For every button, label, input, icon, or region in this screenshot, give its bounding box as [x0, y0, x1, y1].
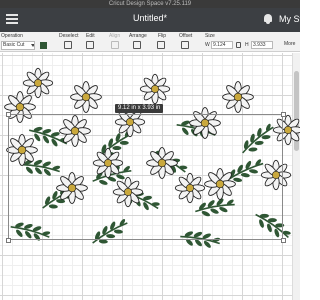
operation-label: Operation: [1, 33, 23, 39]
height-input[interactable]: 3.933: [251, 41, 273, 49]
deselect-button[interactable]: [64, 41, 72, 49]
flip-button[interactable]: [157, 41, 165, 49]
edit-label: Edit: [86, 33, 95, 39]
document-title: Untitled*: [132, 13, 168, 23]
window-titlebar: Cricut Design Space v7.25.119: [0, 0, 300, 8]
app-header: Untitled* My Stu: [0, 8, 307, 32]
height-prefix: H: [245, 42, 249, 48]
width-input[interactable]: 9.124: [211, 41, 233, 49]
scroll-thumb[interactable]: [294, 71, 299, 151]
offset-label: Offset: [179, 33, 193, 39]
width-prefix: W: [205, 42, 210, 48]
flip-label: Flip: [158, 33, 167, 39]
resize-handle[interactable]: [281, 112, 286, 117]
chevron-down-icon: [31, 44, 34, 47]
edit-button[interactable]: [86, 41, 94, 49]
selection-size-tooltip: 9.12 in x 3.93 in: [115, 104, 164, 113]
my-stuff-link[interactable]: My Stu: [279, 14, 307, 24]
more-label: More: [284, 41, 296, 47]
operation-value: Basic Cut: [3, 42, 25, 48]
edit-toolbar: Operation Basic Cut Deselect Edit Align …: [0, 32, 300, 52]
arrange-button[interactable]: [133, 41, 141, 49]
align-button[interactable]: [111, 41, 119, 49]
lock-icon[interactable]: [236, 42, 241, 48]
deselect-label: Deselect: [59, 33, 79, 39]
size-label: Size: [205, 33, 215, 39]
offset-button[interactable]: [181, 41, 189, 49]
window-title: Cricut Design Space v7.25.119: [108, 1, 192, 7]
operation-select[interactable]: Basic Cut: [1, 41, 35, 50]
bell-icon[interactable]: [263, 14, 273, 25]
color-swatch[interactable]: [40, 42, 47, 49]
resize-handle[interactable]: [281, 238, 286, 243]
resize-handle[interactable]: [6, 238, 11, 243]
arrange-label: Arrange: [129, 33, 147, 39]
selection-box[interactable]: [8, 114, 283, 240]
resize-handle[interactable]: [6, 112, 11, 117]
align-label: Align: [109, 33, 121, 39]
more-button[interactable]: More: [284, 41, 295, 47]
canvas-scrollbar[interactable]: [292, 53, 300, 300]
